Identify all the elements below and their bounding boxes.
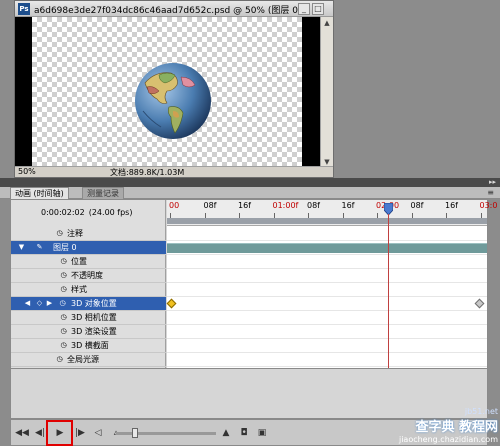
- document-size-info: 文档:889.8K/1.03M: [110, 168, 185, 177]
- layer-row[interactable]: ▼ ✎ 图层 0: [11, 241, 166, 255]
- ruler-tick-label: 03:0: [479, 201, 498, 210]
- vertical-scrollbar[interactable]: ▲ ▼: [320, 17, 333, 168]
- photoshop-icon: Ps: [18, 3, 30, 15]
- layer-duration-bar[interactable]: [167, 243, 487, 253]
- delete-keyframe-icon[interactable]: ▣: [255, 427, 269, 440]
- ruler-tick-label: 16f: [445, 201, 458, 210]
- panel-collapse-icon[interactable]: ▸▸: [489, 178, 496, 186]
- layer-row-label: 注释: [67, 229, 83, 238]
- canvas[interactable]: [15, 17, 320, 168]
- previous-frame-icon[interactable]: ◀|: [33, 427, 47, 440]
- zoom-level[interactable]: 50%: [18, 167, 36, 176]
- stopwatch-icon[interactable]: ◷: [58, 299, 67, 308]
- scroll-up-icon[interactable]: ▲: [322, 18, 332, 28]
- document-titlebar[interactable]: Ps a6d698e3de27f034dc86c46aad7d652c.psd …: [15, 1, 333, 17]
- timeline-panel: 0:00:02:02 (24.00 fps) ◷ 注释 ▼ ✎ 图层 0 ◷ 位置 ◷ 不透明度 ◷…: [10, 199, 497, 369]
- track-row[interactable]: [167, 339, 487, 353]
- layer-row-label: 全局光源: [67, 355, 99, 364]
- layer-row[interactable]: ◀ ◇ ▶ ◷ 3D 对象位置: [11, 297, 166, 311]
- onion-skin-icon[interactable]: ◘: [237, 427, 251, 440]
- track-row[interactable]: [166, 297, 487, 311]
- panel-tabs: 动画 (时间轴) 测量记录 ≡: [0, 187, 500, 199]
- next-frame-icon[interactable]: |▶: [73, 427, 87, 440]
- first-frame-icon[interactable]: ◀◀: [15, 427, 29, 440]
- brush-icon: ✎: [36, 243, 43, 251]
- timeline-tracks[interactable]: 0008f16f01:00f08f16f02:0008f16f03:0: [166, 200, 497, 368]
- watermark: jb51.net 查字典 教程网 jiaocheng.chazidian.com: [398, 407, 498, 444]
- stopwatch-icon[interactable]: ◷: [59, 285, 68, 294]
- zoom-in-icon[interactable]: ▲: [219, 427, 233, 440]
- stopwatch-icon[interactable]: ◷: [59, 271, 68, 280]
- track-row[interactable]: [167, 227, 487, 241]
- layer-row[interactable]: ◷ 样式: [11, 283, 166, 297]
- stopwatch-icon[interactable]: ◷: [59, 327, 68, 336]
- layer-row-label: 位置: [71, 257, 87, 266]
- next-keyframe-icon[interactable]: ▶: [45, 299, 54, 308]
- zoom-slider-thumb[interactable]: [132, 428, 138, 438]
- keyframe-start[interactable]: [166, 298, 177, 309]
- track-row[interactable]: [167, 325, 487, 339]
- maximize-icon[interactable]: □: [312, 3, 324, 15]
- ruler-tick-label: 08f: [307, 201, 320, 210]
- document-title: a6d698e3de27f034dc86c46aad7d652c.psd @ 5…: [34, 6, 302, 16]
- document-window: Ps a6d698e3de27f034dc86c46aad7d652c.psd …: [14, 0, 334, 178]
- ruler-tick-label: 16f: [341, 201, 355, 210]
- play-button-highlight: [46, 420, 73, 446]
- keyframe-end[interactable]: [474, 298, 485, 309]
- add-keyframe-icon[interactable]: ◇: [35, 299, 44, 308]
- timeline-zoom-slider[interactable]: [116, 428, 216, 438]
- layer-row[interactable]: ◷ 3D 横截面: [11, 339, 166, 353]
- expand-triangle-icon[interactable]: ▼: [17, 243, 26, 252]
- ruler-tick-label: 08f: [410, 201, 424, 210]
- minimize-icon[interactable]: _: [298, 3, 310, 15]
- layer-row[interactable]: ◷ 全局光源: [11, 353, 166, 367]
- audio-icon[interactable]: ◁: [91, 427, 105, 440]
- track-row[interactable]: [167, 241, 487, 255]
- tab-animation-timeline[interactable]: 动画 (时间轴): [10, 187, 69, 199]
- layers-column: 0:00:02:02 (24.00 fps) ◷ 注释 ▼ ✎ 图层 0 ◷ 位置 ◷ 不透明度 ◷…: [11, 200, 166, 368]
- ruler-tick-label: 08f: [203, 201, 217, 210]
- document-statusbar: 50% 文档:889.8K/1.03M: [15, 166, 333, 177]
- layer-row[interactable]: ◷ 注释: [11, 227, 166, 241]
- time-ruler[interactable]: 0008f16f01:00f08f16f02:0008f16f03:0: [167, 200, 497, 226]
- playhead-line: [388, 214, 389, 368]
- panel-header-bar: ▸▸: [0, 178, 500, 187]
- current-time[interactable]: 0:00:02:02 (24.00 fps): [41, 208, 132, 217]
- tab-measurement-log[interactable]: 测量记录: [82, 187, 124, 199]
- stopwatch-icon[interactable]: ◷: [59, 257, 68, 266]
- layer-row[interactable]: ◷ 不透明度: [11, 269, 166, 283]
- track-row[interactable]: [167, 255, 487, 269]
- work-area-bar[interactable]: [167, 218, 487, 224]
- layer-row-label: 样式: [71, 285, 87, 294]
- track-row[interactable]: [167, 353, 487, 367]
- stopwatch-icon[interactable]: ◷: [55, 355, 64, 364]
- timecode: 0:00:02:02: [41, 208, 85, 217]
- stopwatch-icon[interactable]: ◷: [59, 313, 68, 322]
- ruler-tick-label: 01:00f: [272, 201, 299, 210]
- layer-row[interactable]: ◷ 3D 渲染设置: [11, 325, 166, 339]
- layer-row-label: 不透明度: [71, 271, 103, 280]
- layer-row-label: 图层 0: [53, 243, 77, 252]
- layer-row-label: 3D 相机位置: [71, 313, 117, 322]
- ruler-tick-label: 16f: [238, 201, 251, 210]
- previous-keyframe-icon[interactable]: ◀: [23, 299, 32, 308]
- layer-row[interactable]: ◷ 3D 相机位置: [11, 311, 166, 325]
- panel-menu-icon[interactable]: ≡: [487, 188, 494, 197]
- layer-row-label: 3D 对象位置: [71, 299, 117, 308]
- frame-rate: (24.00 fps): [88, 208, 133, 217]
- layer-row-label: 3D 横截面: [71, 341, 109, 350]
- ruler-tick-label: 00: [169, 201, 180, 210]
- track-row[interactable]: [167, 269, 487, 283]
- globe-3d-object[interactable]: [133, 61, 213, 141]
- track-row[interactable]: [167, 311, 487, 325]
- track-row[interactable]: [167, 283, 487, 297]
- stopwatch-icon[interactable]: ◷: [55, 229, 64, 238]
- stopwatch-icon[interactable]: ◷: [59, 341, 68, 350]
- layer-row-label: 3D 渲染设置: [71, 327, 117, 336]
- layer-row[interactable]: ◷ 位置: [11, 255, 166, 269]
